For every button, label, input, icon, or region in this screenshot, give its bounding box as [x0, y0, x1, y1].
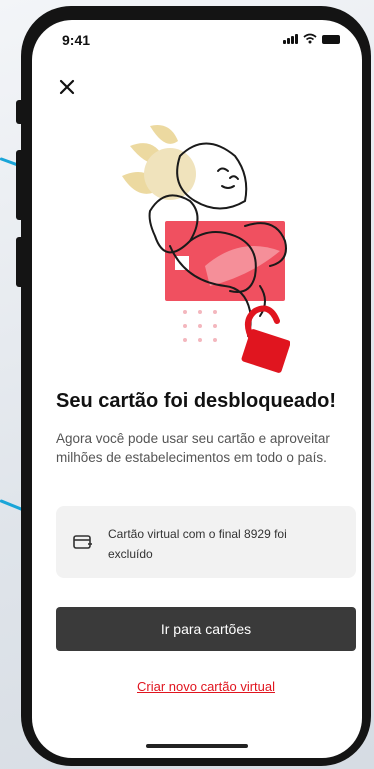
- battery-icon: [322, 35, 340, 44]
- phone-side-button: [16, 237, 22, 287]
- go-to-cards-button[interactable]: Ir para cartões: [56, 607, 356, 651]
- page-subtitle: Agora você pode usar seu cartão e aprove…: [56, 431, 330, 465]
- home-indicator: [146, 744, 248, 748]
- create-virtual-card-link[interactable]: Criar novo cartão virtual: [56, 679, 356, 694]
- phone-side-button: [16, 150, 22, 220]
- close-icon[interactable]: [56, 76, 78, 98]
- info-text: Cartão virtual com o final 8929 foi excl…: [108, 527, 287, 561]
- info-box: Cartão virtual com o final 8929 foi excl…: [56, 506, 356, 578]
- unlocked-card-illustration: [122, 125, 290, 373]
- phone-side-button: [16, 100, 22, 124]
- screen: 9:41 Seu cartão foi desbloqueado! Agora …: [32, 20, 362, 758]
- wifi-icon: [303, 33, 317, 44]
- signal-icon: [283, 34, 298, 44]
- status-icons: [283, 33, 340, 44]
- card-icon: [73, 535, 92, 549]
- status-time: 9:41: [62, 32, 91, 48]
- page-title: Seu cartão foi desbloqueado!: [56, 390, 337, 412]
